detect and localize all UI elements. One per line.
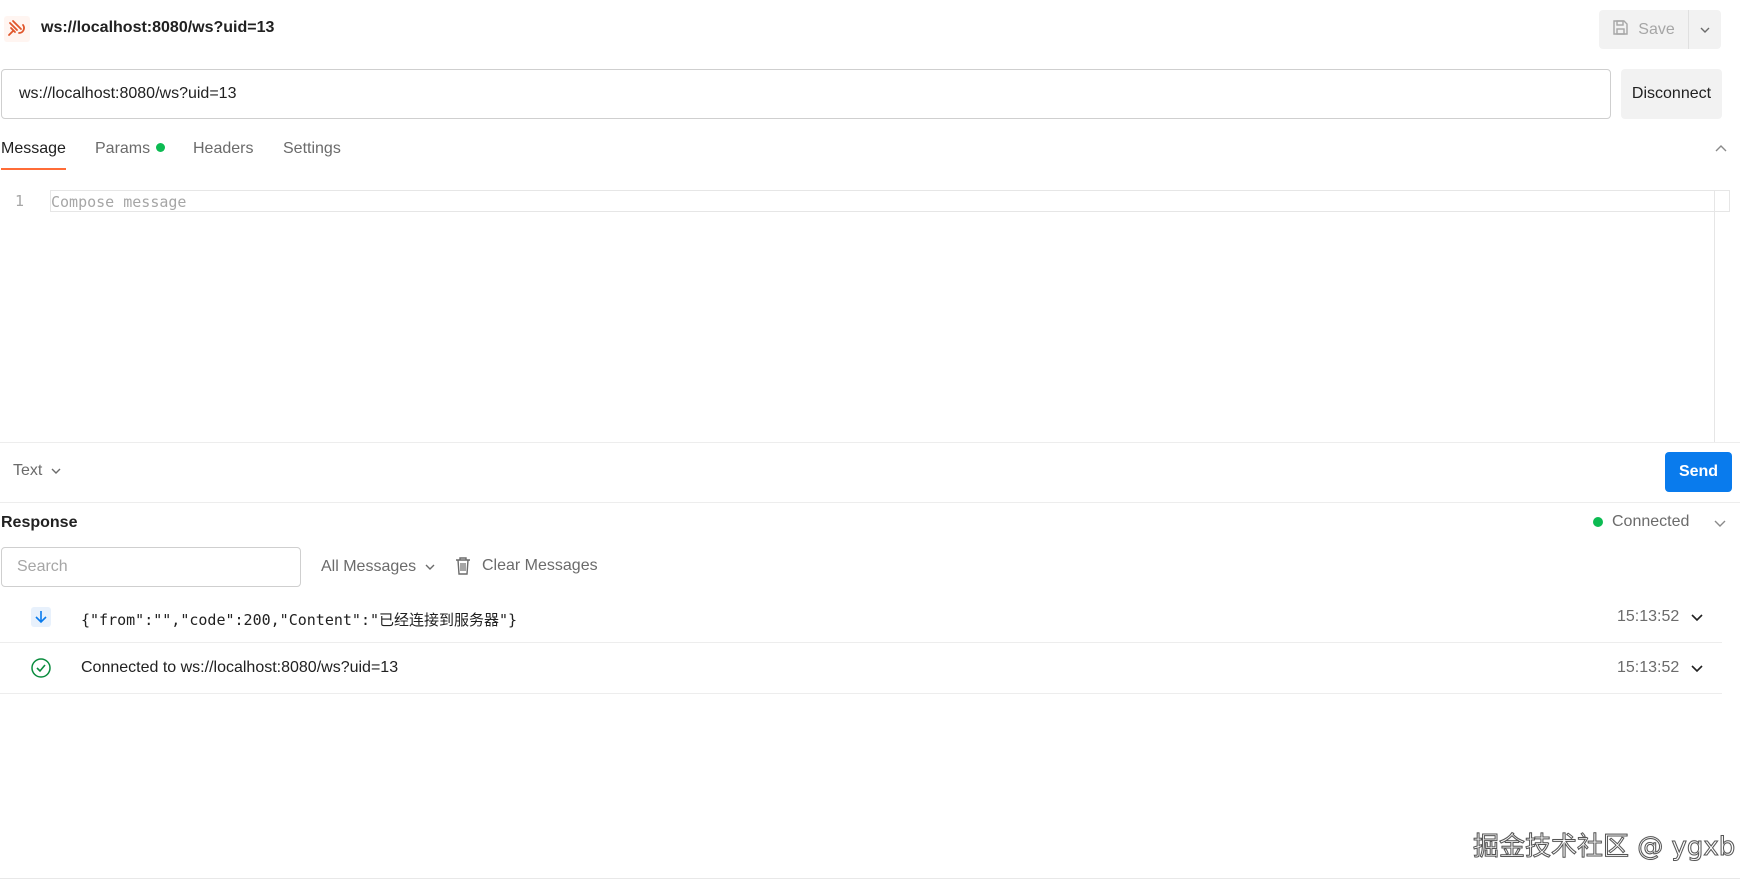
- save-button-group: Save: [1599, 10, 1721, 49]
- line-number: 1: [15, 192, 25, 210]
- message-type-label: Text: [13, 462, 43, 479]
- disconnect-button[interactable]: Disconnect: [1621, 69, 1722, 119]
- tab-message[interactable]: Message: [1, 140, 66, 170]
- editor-divider: [0, 442, 1740, 443]
- chevron-down-icon: [425, 564, 435, 570]
- save-button[interactable]: Save: [1599, 10, 1689, 49]
- request-title[interactable]: ws://localhost:8080/ws?uid=13: [41, 19, 274, 37]
- chevron-down-icon: [51, 468, 61, 474]
- editor-scrollbar[interactable]: [1714, 190, 1715, 442]
- chevron-up-icon[interactable]: [1712, 140, 1730, 158]
- tab-params[interactable]: Params: [95, 140, 166, 170]
- message-editor[interactable]: [50, 190, 1730, 212]
- editor-placeholder: Compose message: [51, 193, 187, 211]
- search-input[interactable]: [1, 547, 301, 587]
- message-row[interactable]: {"from":"","code":200,"Content":"已经连接到服务…: [0, 592, 1722, 643]
- chevron-down-icon[interactable]: [1712, 515, 1728, 531]
- save-options-button[interactable]: [1689, 10, 1721, 49]
- clear-messages-button[interactable]: Clear Messages: [454, 556, 598, 576]
- tab-params-label: Params: [95, 140, 151, 157]
- message-time: 15:13:52: [1617, 608, 1680, 625]
- clear-messages-label: Clear Messages: [482, 557, 598, 574]
- tab-settings[interactable]: Settings: [283, 140, 341, 170]
- message-filter-dropdown[interactable]: All Messages: [321, 558, 436, 576]
- send-button[interactable]: Send: [1665, 452, 1732, 492]
- status-dot-icon: [1593, 517, 1603, 527]
- message-row[interactable]: Connected to ws://localhost:8080/ws?uid=…: [0, 643, 1722, 694]
- arrow-down-icon: [31, 607, 51, 627]
- chevron-down-icon: [1700, 27, 1710, 33]
- trash-icon: [456, 557, 470, 575]
- status-label: Connected: [1612, 513, 1690, 530]
- check-circle-icon: [31, 658, 51, 678]
- connection-status: Connected: [1593, 513, 1689, 531]
- response-title: Response: [1, 514, 78, 531]
- bottom-divider: [0, 878, 1740, 879]
- message-type-select[interactable]: Text: [13, 462, 62, 480]
- message-time: 15:13:52: [1617, 659, 1680, 676]
- save-icon: [1612, 19, 1629, 41]
- tab-headers[interactable]: Headers: [193, 140, 253, 170]
- save-label: Save: [1638, 20, 1675, 38]
- watermark: 掘金技术社区 @ ygxb: [1472, 832, 1736, 863]
- params-indicator-dot: [156, 143, 166, 152]
- chevron-down-icon[interactable]: [1689, 609, 1705, 625]
- chevron-down-icon[interactable]: [1689, 660, 1705, 676]
- message-text: {"from":"","code":200,"Content":"已经连接到服务…: [81, 611, 518, 629]
- filter-label: All Messages: [321, 558, 417, 575]
- composer-divider: [0, 502, 1740, 503]
- url-input[interactable]: ws://localhost:8080/ws?uid=13: [1, 69, 1611, 119]
- message-text: Connected to ws://localhost:8080/ws?uid=…: [81, 659, 399, 676]
- websocket-icon: [4, 16, 30, 42]
